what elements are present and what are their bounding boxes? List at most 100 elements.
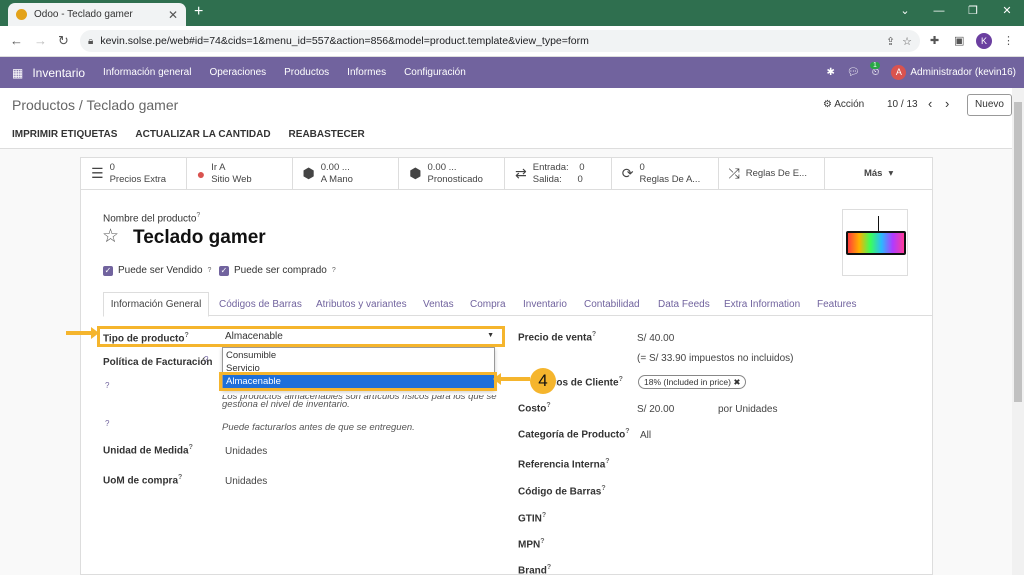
reload-icon[interactable]: ↻: [58, 33, 69, 49]
minimize-icon[interactable]: —: [922, 0, 956, 23]
back-icon[interactable]: ←: [10, 33, 23, 48]
brand-label: Brand?: [518, 564, 551, 575]
menu-configuracion[interactable]: Configuración: [404, 67, 466, 78]
tab-features[interactable]: Features: [817, 299, 856, 310]
form-tabs: Información General Códigos de Barras At…: [103, 292, 932, 317]
tab-data-feeds[interactable]: Data Feeds: [658, 299, 710, 310]
user-avatar[interactable]: A: [891, 65, 907, 80]
bookmark-star-icon[interactable]: ☆: [902, 35, 912, 48]
menu-productos[interactable]: Productos: [284, 67, 329, 78]
pager-prev-icon[interactable]: ‹: [928, 96, 932, 111]
tab-codigos-de-barras[interactable]: Códigos de Barras: [219, 299, 302, 310]
app-name[interactable]: Inventario: [32, 66, 85, 80]
help-icon[interactable]: ?: [547, 564, 551, 571]
close-icon[interactable]: ✕: [168, 8, 178, 22]
help-icon[interactable]: ?: [196, 212, 200, 219]
new-button[interactable]: Nuevo: [967, 94, 1012, 116]
product-image[interactable]: [842, 209, 908, 276]
favorite-star-icon[interactable]: ☆: [102, 225, 119, 248]
apps-grid-icon[interactable]: ▦: [12, 66, 23, 80]
sidepanel-icon[interactable]: ▣: [954, 34, 964, 47]
checkbox-checked-icon[interactable]: ✓: [103, 265, 113, 276]
menu-informes[interactable]: Informes: [347, 67, 386, 78]
help-icon[interactable]: ?: [592, 331, 596, 338]
uom-po-field[interactable]: Unidades: [225, 476, 267, 487]
menu-informacion-general[interactable]: Información general: [103, 67, 191, 78]
help-icon[interactable]: ?: [208, 267, 212, 274]
help-icon[interactable]: ?: [542, 512, 546, 519]
reorder-rules-button[interactable]: ⟳ 0 Reglas De A...: [612, 158, 719, 189]
help-icon[interactable]: ?: [189, 444, 193, 451]
forward-icon[interactable]: →: [34, 33, 47, 48]
help-icon[interactable]: ?: [546, 402, 550, 409]
action-button[interactable]: ⚙ Acción: [823, 99, 864, 110]
scrollbar-thumb[interactable]: [1014, 102, 1022, 402]
pager-next-icon[interactable]: ›: [945, 96, 949, 111]
help-icon[interactable]: ?: [605, 458, 609, 465]
routes-rules-label: Reglas De E...: [745, 167, 807, 179]
help-icon[interactable]: ?: [625, 428, 629, 435]
extensions-icon[interactable]: ✚: [930, 34, 939, 47]
can-be-sold-checkbox[interactable]: ✓ Puede ser Vendido?: [103, 265, 211, 276]
tag-remove-icon[interactable]: ✖: [733, 377, 740, 387]
tab-extra-information[interactable]: Extra Information: [724, 299, 800, 310]
forecast-text: 0.00 ... Pronosticado: [427, 162, 482, 186]
kebab-menu-icon[interactable]: ⋮: [1003, 34, 1014, 47]
sale-price-field[interactable]: S/ 40.00: [637, 333, 674, 344]
tab-compra[interactable]: Compra: [470, 299, 506, 310]
reorder-rules-value: 0: [639, 161, 645, 173]
pager-value[interactable]: 10 / 13: [887, 99, 918, 110]
tax-tag[interactable]: 18% (Included in price) ✖: [638, 375, 747, 389]
user-name[interactable]: Administrador (kevin16): [910, 67, 1016, 78]
tab-contabilidad[interactable]: Contabilidad: [584, 299, 640, 310]
annotation-arrow-left-icon: [493, 373, 530, 385]
url-text[interactable]: kevin.solse.pe/web#id=74&cids=1&menu_id=…: [100, 35, 879, 47]
browser-tab[interactable]: Odoo - Teclado gamer ✕: [8, 3, 186, 26]
category-field[interactable]: All: [640, 430, 651, 441]
url-field[interactable]: 🔒︎ kevin.solse.pe/web#id=74&cids=1&menu_…: [80, 30, 920, 52]
replenish-button[interactable]: REABASTECER: [289, 129, 365, 140]
page-scrollbar[interactable]: [1012, 88, 1024, 575]
extra-prices-button[interactable]: ☰ 0 Precios Extra: [81, 158, 187, 189]
forecast-button[interactable]: ⬢ 0.00 ... Pronosticado: [399, 158, 505, 189]
new-tab-icon[interactable]: +: [194, 3, 203, 21]
help-icon[interactable]: ?: [332, 267, 336, 274]
product-name-field[interactable]: Teclado gamer: [133, 227, 266, 249]
help-icon[interactable]: ?: [105, 381, 109, 390]
tab-informacion-general[interactable]: Información General: [103, 292, 209, 317]
help-icon[interactable]: ?: [105, 419, 109, 428]
update-quantity-button[interactable]: ACTUALIZAR LA CANTIDAD: [135, 129, 270, 140]
tab-atributos-y-variantes[interactable]: Atributos y variantes: [316, 299, 407, 310]
help-icon[interactable]: ?: [540, 538, 544, 545]
uom-field[interactable]: Unidades: [225, 446, 267, 457]
cost-field[interactable]: S/ 20.00: [637, 404, 674, 415]
checkbox-checked-icon[interactable]: ✓: [219, 265, 229, 276]
more-button[interactable]: Más ▾: [825, 158, 932, 189]
help-icon[interactable]: ?: [204, 355, 208, 364]
address-bar: ← → ↻ 🔒︎ kevin.solse.pe/web#id=74&cids=1…: [0, 26, 1024, 57]
restore-icon[interactable]: ❐: [956, 0, 990, 23]
profile-avatar[interactable]: K: [976, 33, 992, 49]
gtin-label-text: GTIN: [518, 513, 542, 525]
chat-icon[interactable]: 💬︎: [847, 67, 860, 78]
sale-price-label: Precio de venta?: [518, 331, 596, 343]
help-icon[interactable]: ?: [178, 474, 182, 481]
help-icon[interactable]: ?: [619, 376, 623, 383]
window-close-icon[interactable]: ✕: [990, 0, 1024, 23]
share-icon[interactable]: ⇪: [886, 35, 895, 48]
bug-icon[interactable]: ✱: [826, 67, 834, 78]
routes-rules-button[interactable]: ⤮ Reglas De E...: [719, 158, 826, 189]
tab-ventas[interactable]: Ventas: [423, 299, 454, 310]
print-labels-button[interactable]: IMPRIMIR ETIQUETAS: [12, 129, 117, 140]
website-button[interactable]: ● Ir A Sitio Web: [187, 158, 293, 189]
can-be-purchased-checkbox[interactable]: ✓ Puede ser comprado?: [219, 265, 336, 276]
menu-operaciones[interactable]: Operaciones: [209, 67, 266, 78]
option-consumible[interactable]: Consumible: [223, 349, 494, 362]
help-icon[interactable]: ?: [601, 485, 605, 492]
on-hand-button[interactable]: ⬢ 0.00 ... A Mano: [293, 158, 400, 189]
tab-inventario[interactable]: Inventario: [523, 299, 567, 310]
breadcrumb[interactable]: Productos / Teclado gamer: [12, 97, 178, 113]
in-out-button[interactable]: ⇄ Entrada: 0 Salida: 0: [505, 158, 612, 189]
lock-icon: 🔒︎: [88, 35, 94, 47]
chevron-down-icon[interactable]: ⌄: [888, 0, 922, 23]
